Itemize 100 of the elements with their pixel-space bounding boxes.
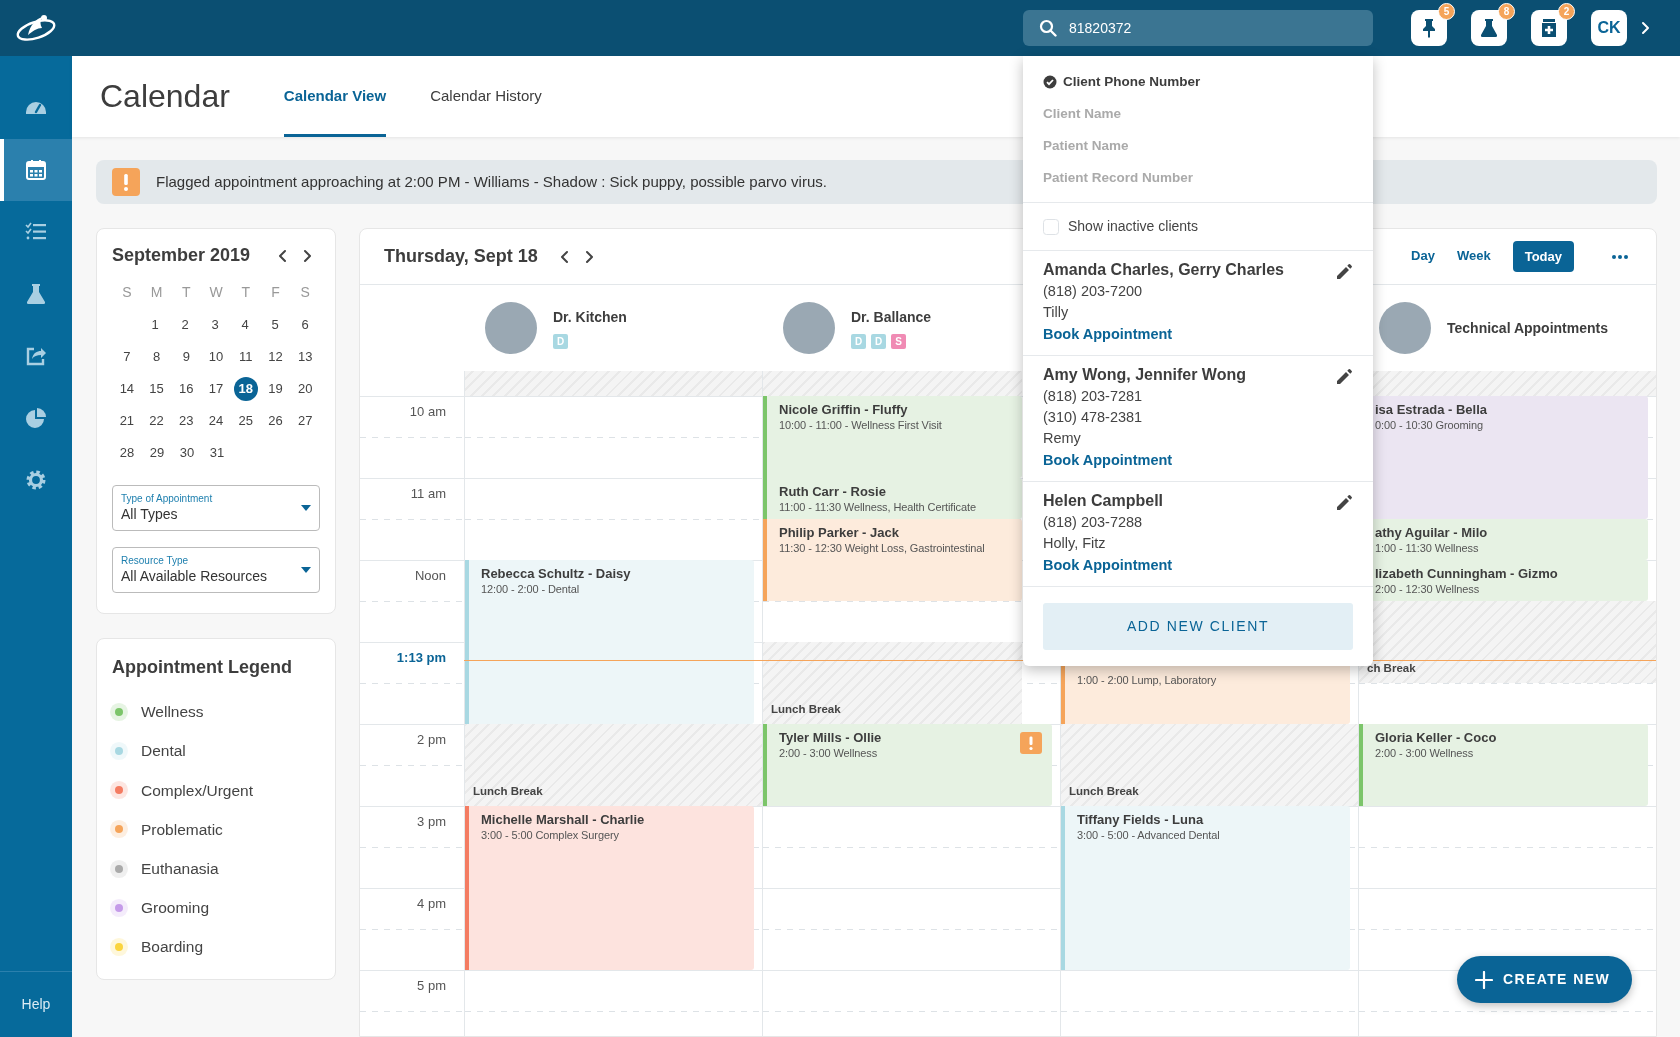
view-tab[interactable]: Day	[1411, 241, 1435, 272]
book-appointment-link[interactable]: Book Appointment	[1043, 452, 1173, 468]
calendar-day[interactable]: 30	[175, 440, 199, 465]
appointment-detail: 11:00 - 11:30 Wellness, Health Certificate	[779, 500, 977, 515]
calendar-day[interactable]: 20	[293, 376, 318, 401]
calendar-day[interactable]: 25	[233, 408, 258, 433]
calendar-day[interactable]: 23	[174, 408, 199, 433]
filter-select[interactable]: Resource Type All Available Resources	[112, 546, 320, 593]
appointment-title: Tiffany Fields - Luna	[1077, 811, 1205, 828]
calendar-day[interactable]: 1	[143, 312, 167, 337]
legend-label: Dental	[141, 741, 186, 762]
calendar-day[interactable]: 5	[263, 312, 287, 337]
filter-select[interactable]: Type of Appointment All Types	[112, 484, 320, 531]
calendar-day[interactable]: 8	[144, 344, 169, 369]
appointment-block[interactable]: Michelle Marshall - Charlie 3:00 - 5:00 Complex Surgery	[465, 806, 754, 970]
calendar-day[interactable]: 4	[233, 312, 257, 337]
client-detail: Tilly	[1043, 303, 1070, 322]
appointment-title: Gloria Keller - Coco	[1375, 729, 1498, 746]
appointment-title: athy Aguilar - Milo	[1375, 524, 1489, 541]
calendar-day[interactable]: 22	[144, 408, 169, 433]
calendar-day[interactable]: 26	[263, 408, 288, 433]
appointment-detail: 12:00 - 2:00 - Dental	[481, 582, 581, 597]
edit-button[interactable]	[1335, 368, 1353, 386]
page-tab[interactable]: Calendar View	[283, 56, 387, 137]
appointment-title: Philip Parker - Jack	[779, 524, 900, 541]
share-icon	[25, 345, 47, 367]
book-appointment-link[interactable]: Book Appointment	[1043, 326, 1173, 342]
today-button[interactable]: Today	[1512, 240, 1574, 273]
appointment-block[interactable]: Philip Parker - Jack 11:30 - 12:30 Weight Loss, Gastrointestinal	[763, 519, 1022, 601]
hour-label: 4 pm	[417, 895, 446, 913]
calendar-day[interactable]: 10	[204, 344, 228, 369]
sidebar-item[interactable]	[0, 139, 72, 201]
calendar-day[interactable]: 17	[204, 376, 228, 401]
calendar-day[interactable]: 11	[233, 344, 258, 369]
calendar-day[interactable]: 9	[174, 344, 199, 369]
calendar-day[interactable]: 21	[114, 408, 139, 433]
appointment-title: isa Estrada - Bella	[1375, 401, 1488, 418]
check-circle-icon	[1043, 75, 1057, 89]
calendar-day[interactable]: 3	[203, 312, 227, 337]
calendar-day[interactable]: 28	[115, 440, 139, 465]
calendar-day[interactable]: 12	[263, 344, 288, 369]
flag-icon	[112, 168, 140, 196]
calendar-day[interactable]: 27	[293, 408, 318, 433]
break-label: Lunch Break	[771, 701, 841, 717]
edit-button[interactable]	[1335, 494, 1353, 512]
appointment-title: lizabeth Cunningham - Gizmo	[1375, 565, 1559, 582]
count-badge: 5	[1438, 3, 1455, 20]
calendar-day[interactable]: 18	[233, 376, 258, 401]
appointment-title: Ruth Carr - Rosie	[779, 483, 887, 500]
checkbox-label[interactable]: Show inactive clients	[1068, 216, 1198, 237]
calendar-day[interactable]: 29	[145, 440, 169, 465]
client-detail: (818) 203-7200	[1043, 282, 1144, 301]
appointment-title: Michelle Marshall - Charlie	[481, 811, 646, 828]
appointment-block[interactable]: Rebecca Schultz - Daisy 12:00 - 2:00 - Dental	[465, 560, 754, 724]
calendar-day[interactable]: 31	[205, 440, 229, 465]
caret-icon	[301, 504, 311, 511]
appointment-title: Tyler Mills - Ollie	[779, 729, 883, 746]
appointment-block[interactable]: Tiffany Fields - Luna 3:00 - 5:00 - Advanced Dental	[1061, 806, 1350, 970]
client-names: Amy Wong, Jennifer Wong	[1043, 365, 1247, 385]
plus-icon	[1474, 970, 1493, 989]
legend-label: Problematic	[141, 819, 223, 840]
calendar-icon	[25, 159, 47, 181]
search-field[interactable]: 81820372	[1023, 10, 1373, 46]
weekday-label: S	[299, 283, 311, 303]
calendar-day[interactable]: 14	[114, 376, 139, 401]
calendar-day[interactable]: 24	[204, 408, 228, 433]
page-tab[interactable]: Calendar History	[430, 56, 542, 137]
client-detail: (818) 203-7288	[1043, 513, 1144, 532]
user-avatar[interactable]: CK	[1591, 10, 1627, 46]
appointment-block[interactable]: Gloria Keller - Coco 2:00 - 3:00 Wellness	[1359, 724, 1648, 806]
edit-button[interactable]	[1335, 263, 1353, 281]
appointment-block[interactable]: Tyler Mills - Ollie 2:00 - 3:00 Wellness	[763, 724, 1052, 806]
calendar-day[interactable]: 2	[173, 312, 197, 337]
appointment-title: Rebecca Schultz - Daisy	[481, 565, 632, 582]
calendar-day[interactable]: 6	[293, 312, 317, 337]
chevron-right-icon	[1639, 21, 1652, 35]
calendar-day[interactable]: 15	[144, 376, 169, 401]
weekday-label: F	[270, 283, 281, 303]
appointment-block[interactable]: Ruth Carr - Rosie 11:00 - 11:30 Wellness, Health Certificate	[763, 478, 1022, 519]
search-option[interactable]: Client Phone Number	[1023, 66, 1373, 98]
hour-label: 5 pm	[417, 977, 446, 995]
view-tab[interactable]: Week	[1456, 241, 1491, 272]
calendar-day[interactable]: 7	[114, 344, 139, 369]
chevron-left-icon	[276, 248, 289, 263]
hour-label: 11 am	[410, 485, 446, 503]
appointment-block[interactable]: Nicole Griffin - Fluffy 10:00 - 11:00 - Wellness First Visit	[763, 396, 1022, 478]
help-link[interactable]: Help	[21, 994, 51, 1015]
calendar-day[interactable]: 13	[293, 344, 318, 369]
pie-chart-icon	[25, 407, 47, 429]
create-new-button[interactable]: CREATE NEW	[1456, 956, 1632, 1003]
resource-name: Dr. Kitchen	[553, 308, 627, 327]
book-appointment-link[interactable]: Book Appointment	[1043, 557, 1173, 573]
role-tag: D	[851, 334, 866, 349]
appointment-detail: 1:00 - 11:30 Wellness	[1375, 541, 1480, 556]
appointment-detail: 2:00 - 12:30 Wellness	[1375, 582, 1481, 597]
calendar-day[interactable]: 16	[174, 376, 199, 401]
calendar-day[interactable]: 19	[263, 376, 288, 401]
count-badge: 8	[1498, 3, 1515, 20]
add-new-client-button[interactable]: ADD NEW CLIENT	[1043, 603, 1353, 650]
count-badge: 2	[1558, 3, 1575, 20]
